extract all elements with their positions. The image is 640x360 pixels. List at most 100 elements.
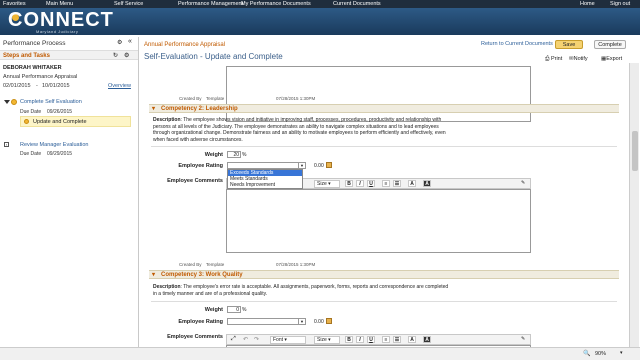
highlight-color-icon[interactable]: A — [423, 336, 431, 343]
status-bar: 🔍 90% ▾ — [0, 347, 640, 360]
spellcheck-icon[interactable]: ✎ — [521, 336, 525, 342]
highlight-color-icon[interactable]: A — [423, 180, 431, 187]
nav-my-performance-documents[interactable]: My Performance Documents — [241, 0, 311, 8]
size-dropdown-3[interactable]: Size ▾ — [314, 336, 340, 344]
notify-link[interactable]: ✉Notify — [569, 56, 588, 62]
step-complete-self-evaluation[interactable]: Complete Self Evaluation — [20, 99, 82, 105]
numbered-list-icon[interactable]: ≡ — [382, 180, 390, 187]
document-type-label: Annual Performance Appraisal — [144, 42, 226, 48]
main-scrollbar[interactable] — [629, 63, 639, 355]
nav-signout[interactable]: Sign out — [610, 0, 630, 8]
competency-2-description: Description: The employee shows vision a… — [153, 117, 446, 143]
left-panel: Performance Process ⚙ « Steps and Tasks … — [0, 37, 139, 355]
nav-performance-management[interactable]: Performance Management — [178, 0, 243, 8]
in-progress-icon — [11, 99, 17, 105]
chevron-down-icon[interactable]: ▼ — [298, 163, 305, 168]
option-needs-improvement[interactable]: Needs Improvement — [228, 182, 302, 188]
employee-rating-label-3: Employee Rating — [178, 319, 223, 325]
created-timestamp-2: 07/28/2015 1:30PM — [276, 262, 316, 267]
font-dropdown-3[interactable]: Font ▾ — [270, 336, 306, 344]
calculator-icon[interactable] — [326, 318, 332, 324]
previous-comments-box[interactable] — [226, 66, 531, 122]
underline-button-3[interactable]: U — [367, 336, 375, 343]
font-color-icon[interactable]: A — [408, 180, 416, 187]
nav-self-service[interactable]: Self Service — [114, 0, 143, 8]
italic-button-2[interactable]: I — [356, 180, 364, 187]
competency-3-title: Competency 3: Work Quality — [161, 272, 243, 278]
steps-tasks-header: Steps and Tasks ↻ ⚙ — [0, 50, 138, 60]
chevron-down-icon[interactable]: ▾ — [620, 350, 623, 356]
calculator-icon[interactable] — [326, 162, 332, 168]
nav-current-documents[interactable]: Current Documents — [333, 0, 381, 8]
italic-button-3[interactable]: I — [356, 336, 364, 343]
bulleted-list-icon[interactable]: ☰ — [393, 336, 401, 343]
expand-step1-icon[interactable] — [4, 100, 10, 104]
bold-button-3[interactable]: B — [345, 336, 353, 343]
top-nav-bar: Favorites Main Menu Self Service Perform… — [0, 0, 640, 8]
print-link[interactable]: ⎙ Print — [545, 56, 562, 63]
return-to-current-documents-link[interactable]: Return to Current Documents — [481, 41, 553, 47]
export-link[interactable]: ▦Export — [601, 56, 622, 62]
collapse-section-icon[interactable]: ▾ — [152, 105, 155, 114]
created-by-label-1: Created By — [179, 96, 202, 101]
created-timestamp-1: 07/28/2015 1:30PM — [276, 96, 316, 101]
weight-label-2: Weight — [204, 152, 223, 158]
overview-link[interactable]: Overview — [108, 83, 131, 89]
weight-input-3[interactable]: 0 — [227, 306, 241, 313]
date-from: 02/01/2015 — [3, 83, 31, 89]
bold-button-2[interactable]: B — [345, 180, 353, 187]
scrollbar-thumb[interactable] — [632, 131, 638, 171]
task-status-icon — [24, 119, 29, 124]
steps-tasks-label: Steps and Tasks — [3, 53, 50, 59]
zoom-icon[interactable]: 🔍 — [583, 350, 590, 357]
competency-2-header[interactable]: ▾ Competency 2: Leadership — [149, 104, 619, 113]
employee-comments-label-3: Employee Comments — [167, 334, 223, 340]
employee-comments-label-2: Employee Comments — [167, 178, 223, 184]
competency-3-header[interactable]: ▾ Competency 3: Work Quality — [149, 270, 619, 279]
logo-subtitle: Maryland Judiciary — [36, 29, 79, 34]
rating-score-3: 0.00 — [314, 319, 324, 325]
bulleted-list-icon[interactable]: ☰ — [393, 180, 401, 187]
weight-label-3: Weight — [204, 307, 223, 313]
employee-comments-editor-2[interactable] — [226, 189, 531, 253]
print-icon: ⎙ — [545, 56, 550, 62]
rating-score-2: 0.00 — [314, 163, 324, 169]
options-icon[interactable]: ⚙ — [124, 51, 129, 61]
settings-icon[interactable]: ⚙ — [117, 39, 122, 46]
fullscreen-icon[interactable]: ⤢ — [231, 336, 236, 343]
font-color-icon[interactable]: A — [408, 336, 416, 343]
employee-rating-select-3[interactable]: ▼ — [227, 318, 306, 325]
size-dropdown-2[interactable]: Size ▾ — [314, 180, 340, 188]
complete-button[interactable]: Complete — [594, 40, 626, 49]
spellcheck-icon[interactable]: ✎ — [521, 180, 525, 186]
nav-home[interactable]: Home — [580, 0, 595, 8]
step1-due-date: 09/26/2015 — [47, 109, 73, 115]
page-title: Self-Evaluation - Update and Complete — [144, 52, 283, 61]
expand-step2-icon[interactable]: › — [4, 142, 9, 147]
created-by-value-2: Template — [206, 262, 225, 267]
weight-input-2[interactable]: 20 — [227, 151, 241, 158]
underline-button-2[interactable]: U — [367, 180, 375, 187]
chevron-down-icon[interactable]: ▼ — [298, 319, 305, 324]
collapse-icon[interactable]: « — [128, 38, 132, 45]
refresh-icon[interactable]: ↻ — [113, 51, 118, 61]
main-content: Annual Performance Appraisal Self-Evalua… — [141, 37, 640, 355]
collapse-section-icon[interactable]: ▾ — [152, 271, 155, 280]
employee-rating-select-2[interactable]: ▼ — [227, 162, 306, 169]
date-to: 10/01/2015 — [42, 83, 70, 89]
panel-title: Performance Process — [3, 40, 66, 47]
redo-icon[interactable]: ↷ — [254, 336, 259, 343]
nav-main-menu[interactable]: Main Menu — [46, 0, 73, 8]
step-review-manager-evaluation[interactable]: Review Manager Evaluation — [20, 142, 88, 148]
employee-rating-label-2: Employee Rating — [178, 163, 223, 169]
nav-favorites[interactable]: Favorites — [3, 0, 26, 8]
competency-2-title: Competency 2: Leadership — [161, 106, 238, 112]
step1-due-label: Due Date — [20, 109, 42, 115]
task-label: Update and Complete — [33, 119, 87, 125]
numbered-list-icon[interactable]: ≡ — [382, 336, 390, 343]
save-button[interactable]: Save — [555, 40, 583, 49]
task-update-complete[interactable]: Update and Complete — [20, 116, 131, 127]
undo-icon[interactable]: ↶ — [243, 336, 248, 343]
created-by-label-2: Created By — [179, 262, 202, 267]
zoom-level[interactable]: 90% — [595, 351, 606, 357]
